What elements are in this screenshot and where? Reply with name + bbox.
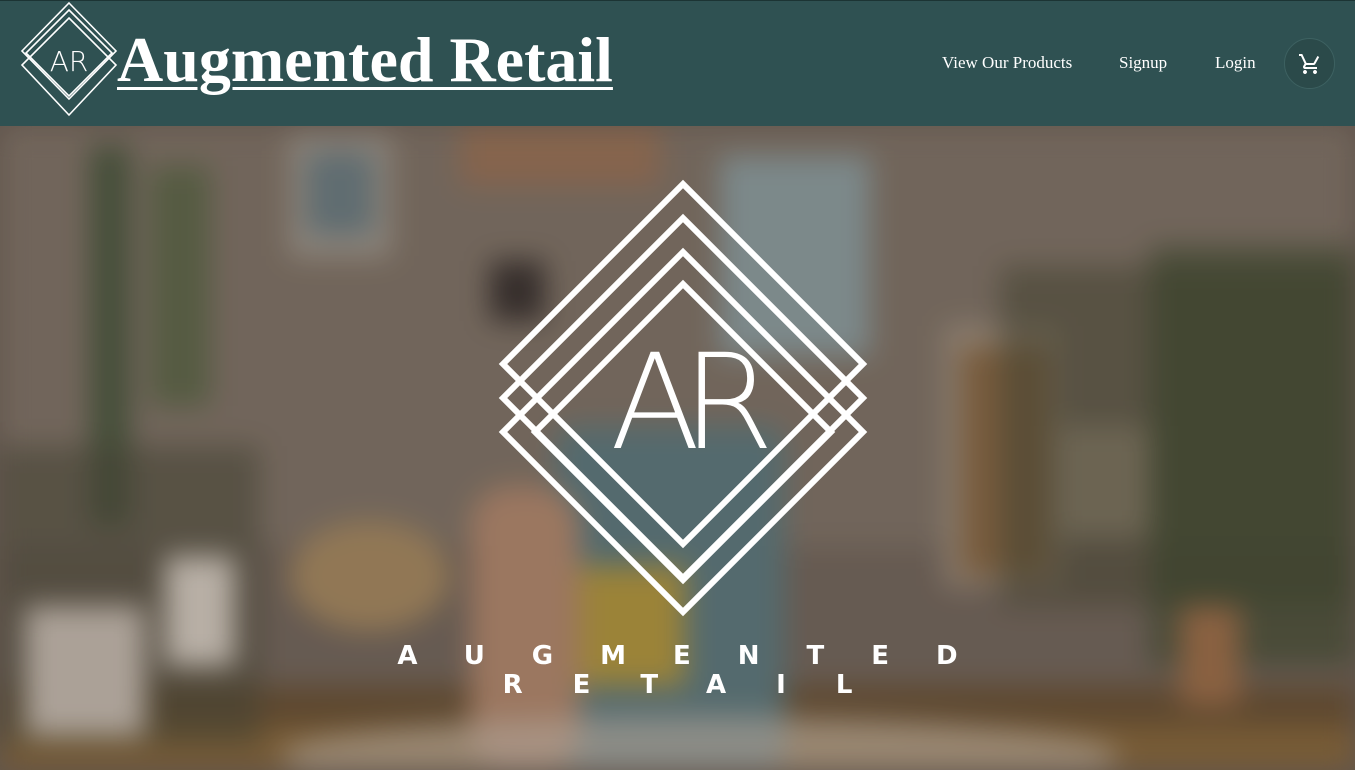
hero-tagline-retail: RETAIL	[502, 670, 903, 700]
brand-title-link[interactable]: Augmented Retail	[117, 23, 613, 97]
cart-icon	[1298, 53, 1319, 74]
nav-login-link[interactable]: Login	[1215, 51, 1256, 75]
nav-view-products-link[interactable]: View Our Products	[942, 51, 1072, 75]
brand-logo-monogram: AR	[50, 45, 89, 78]
cart-button[interactable]	[1284, 38, 1335, 89]
hero-tagline-augmented: AUGMENTED	[397, 641, 1005, 671]
hero-logo-monogram: AR	[610, 326, 767, 480]
hero-ar-logo: AR	[498, 179, 868, 617]
top-navbar: AR Augmented Retail View Our Products Si…	[0, 0, 1355, 126]
nav-signup-link[interactable]: Signup	[1119, 51, 1167, 75]
brand-logo[interactable]: AR	[20, 2, 118, 117]
hero-banner: AR AUGMENTED RETAIL	[0, 126, 1355, 770]
